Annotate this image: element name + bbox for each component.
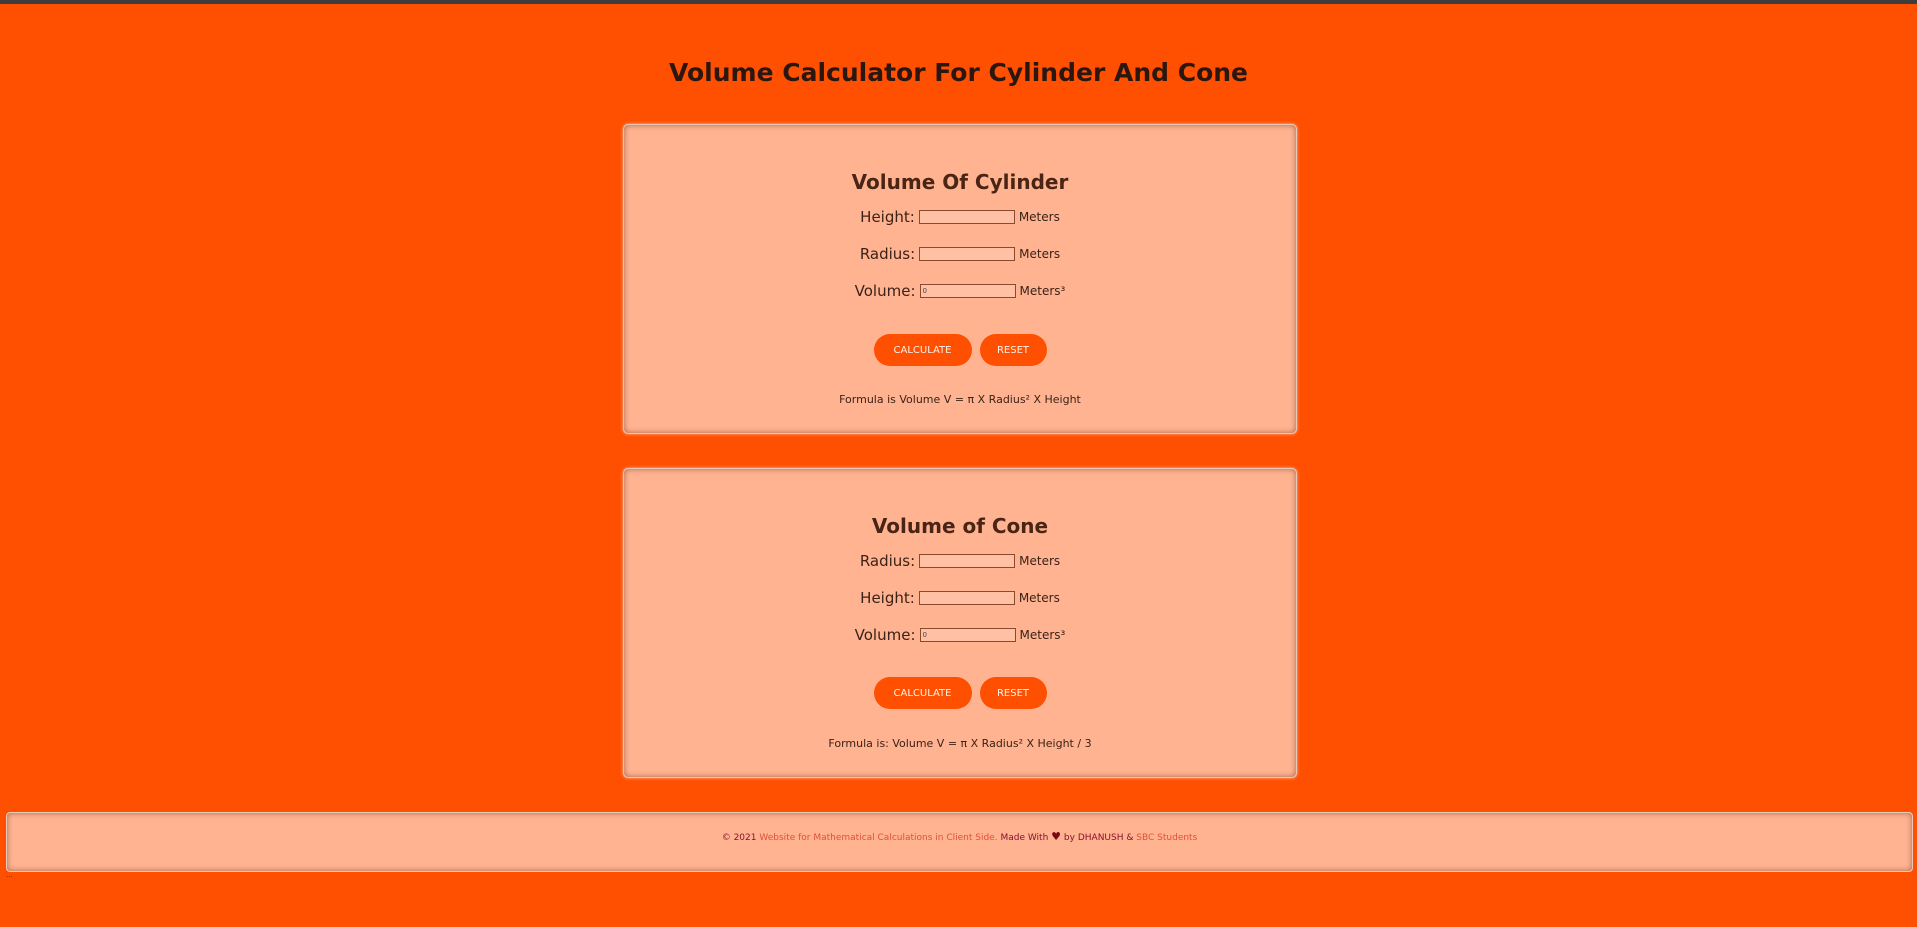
- footer-group-link[interactable]: SBC Students: [1136, 833, 1197, 843]
- cylinder-volume-label: Volume:: [854, 282, 916, 300]
- cone-radius-unit: Meters: [1019, 554, 1061, 568]
- cylinder-height-label: Height:: [860, 208, 915, 226]
- cone-height-label: Height:: [860, 589, 915, 607]
- cylinder-radius-unit: Meters: [1019, 247, 1061, 261]
- cone-card: Volume of Cone Radius: Meters Height: Me…: [623, 468, 1297, 778]
- cylinder-volume-unit: Meters³: [1019, 284, 1066, 298]
- cylinder-calculate-button[interactable]: CALCULATE: [873, 334, 972, 366]
- cone-volume-row: Volume: Meters³: [624, 626, 1296, 644]
- cone-calculate-button[interactable]: CALCULATE: [873, 677, 972, 709]
- footer-by: by: [1063, 833, 1075, 843]
- cone-radius-row: Radius: Meters: [624, 552, 1296, 570]
- cylinder-reset-button[interactable]: RESET: [979, 334, 1047, 366]
- cone-height-row: Height: Meters: [624, 589, 1296, 607]
- cone-buttons: CALCULATE RESET: [624, 677, 1296, 709]
- cylinder-formula: Formula is Volume V = π X Radius² X Heig…: [839, 393, 1081, 406]
- cylinder-height-unit: Meters: [1018, 210, 1060, 224]
- ellipsis-marker: ···: [6, 873, 13, 881]
- cylinder-buttons: CALCULATE RESET: [624, 334, 1296, 366]
- cone-volume-unit: Meters³: [1019, 628, 1066, 642]
- footer-site-link[interactable]: Website for Mathematical Calculations in…: [759, 833, 997, 843]
- cylinder-height-row: Height: Meters: [624, 208, 1296, 226]
- footer: © 2021 Website for Mathematical Calculat…: [6, 812, 1913, 872]
- cylinder-radius-input[interactable]: [919, 247, 1016, 261]
- cone-height-input[interactable]: [918, 591, 1015, 605]
- cone-radius-label: Radius:: [859, 552, 916, 570]
- footer-copyright: © 2021: [721, 833, 757, 843]
- footer-made-with: Made With: [1000, 833, 1049, 843]
- cylinder-height-input[interactable]: [918, 210, 1015, 224]
- page-title: Volume Calculator For Cylinder And Cone: [669, 58, 1248, 87]
- heart-icon: ♥: [1051, 830, 1062, 843]
- cone-radius-input[interactable]: [919, 554, 1016, 568]
- footer-author: DHANUSH: [1077, 833, 1124, 843]
- footer-ampersand: &: [1126, 833, 1134, 843]
- cone-volume-output[interactable]: [919, 628, 1016, 642]
- cylinder-volume-row: Volume: Meters³: [624, 282, 1296, 300]
- cylinder-volume-output[interactable]: [919, 284, 1016, 298]
- cone-reset-button[interactable]: RESET: [979, 677, 1047, 709]
- cylinder-title: Volume Of Cylinder: [851, 170, 1069, 194]
- cone-height-unit: Meters: [1018, 591, 1060, 605]
- cylinder-radius-row: Radius: Meters: [624, 245, 1296, 263]
- cylinder-radius-label: Radius:: [859, 245, 916, 263]
- footer-text: © 2021 Website for Mathematical Calculat…: [7, 831, 1912, 844]
- cone-volume-label: Volume:: [854, 626, 916, 644]
- cone-formula: Formula is: Volume V = π X Radius² X Hei…: [828, 737, 1092, 750]
- cone-title: Volume of Cone: [871, 514, 1049, 538]
- cylinder-card: Volume Of Cylinder Height: Meters Radius…: [623, 124, 1297, 434]
- browser-top-bar: [0, 0, 1917, 4]
